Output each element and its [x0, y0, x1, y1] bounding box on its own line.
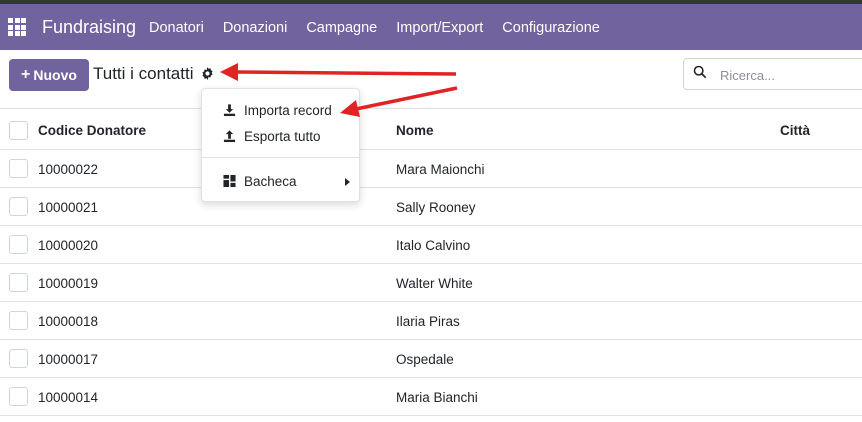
table-row[interactable]: 10000022 Mara Maionchi [0, 150, 862, 188]
breadcrumb: Tutti i contatti [93, 64, 194, 83]
menu-item-export-all[interactable]: Esporta tutto [202, 125, 359, 149]
donor-name: Italo Calvino [396, 238, 471, 253]
gear-icon[interactable] [201, 67, 214, 83]
menu-item-donazioni[interactable]: Donazioni [223, 20, 288, 36]
donor-name: Ospedale [396, 352, 454, 367]
table-row[interactable]: 10000018 Ilaria Piras [0, 302, 862, 340]
donor-name: Ilaria Piras [396, 314, 460, 329]
upload-icon [223, 130, 236, 143]
donor-code: 10000018 [38, 314, 99, 329]
new-button-label: Nuovo [33, 67, 77, 83]
actions-dropdown: Importa record Esporta tutto Bacheca [201, 88, 360, 202]
menu-item-configurazione[interactable]: Configurazione [502, 20, 600, 36]
donor-code: 10000022 [38, 162, 99, 177]
menu-item-donatori[interactable]: Donatori [149, 20, 204, 36]
table-row[interactable]: 10000020 Italo Calvino [0, 226, 862, 264]
menu-item-dashboard[interactable]: Bacheca [202, 170, 359, 194]
column-header-nome[interactable]: Nome [396, 123, 434, 138]
top-navbar: Fundraising Donatori Donazioni Campagne … [0, 0, 862, 50]
menu-item-label: Importa record [244, 103, 332, 118]
app-name[interactable]: Fundraising [42, 17, 136, 38]
apps-grid-icon[interactable] [8, 18, 26, 36]
dashboard-icon [223, 174, 236, 188]
donor-code: 10000021 [38, 200, 99, 215]
search-icon [693, 65, 707, 79]
menu-item-import-export[interactable]: Import/Export [396, 20, 483, 36]
row-checkbox[interactable] [9, 311, 28, 330]
search-input[interactable] [718, 64, 862, 86]
row-checkbox[interactable] [9, 387, 28, 406]
donor-code: 10000014 [38, 390, 99, 405]
table-row[interactable]: 10000019 Walter White [0, 264, 862, 302]
row-checkbox[interactable] [9, 235, 28, 254]
table-row[interactable]: 10000017 Ospedale [0, 340, 862, 378]
menu-divider [202, 157, 359, 158]
row-checkbox[interactable] [9, 349, 28, 368]
column-header-citta[interactable]: Città [780, 123, 810, 138]
menu-item-campagne[interactable]: Campagne [306, 20, 377, 36]
row-checkbox[interactable] [9, 159, 28, 178]
donor-code: 10000019 [38, 276, 99, 291]
row-checkbox[interactable] [9, 197, 28, 216]
caret-right-icon [345, 178, 350, 186]
select-all-checkbox[interactable] [9, 121, 28, 140]
table-row[interactable]: 10000014 Maria Bianchi [0, 378, 862, 416]
donor-name: Sally Rooney [396, 200, 476, 215]
menu-item-label: Esporta tutto [244, 129, 321, 144]
search-box[interactable] [683, 58, 862, 90]
control-panel: + Nuovo Tutti i contatti [0, 50, 862, 108]
menu-item-import-records[interactable]: Importa record [202, 99, 359, 123]
donor-code: 10000020 [38, 238, 99, 253]
donor-name: Mara Maionchi [396, 162, 485, 177]
table-row[interactable]: 10000021 Sally Rooney [0, 188, 862, 226]
donor-name: Walter White [396, 276, 473, 291]
row-checkbox[interactable] [9, 273, 28, 292]
donor-name: Maria Bianchi [396, 390, 478, 405]
column-header-codice[interactable]: Codice Donatore [38, 123, 146, 138]
menu-item-label: Bacheca [244, 174, 297, 189]
list-table: Codice Donatore Nome Città 10000022 Mara… [0, 108, 862, 416]
table-header: Codice Donatore Nome Città [0, 108, 862, 150]
plus-icon: + [21, 66, 31, 83]
main-menu: Donatori Donazioni Campagne Import/Expor… [149, 20, 619, 36]
donor-code: 10000017 [38, 352, 99, 367]
download-icon [223, 104, 236, 117]
new-button[interactable]: + Nuovo [9, 59, 89, 91]
